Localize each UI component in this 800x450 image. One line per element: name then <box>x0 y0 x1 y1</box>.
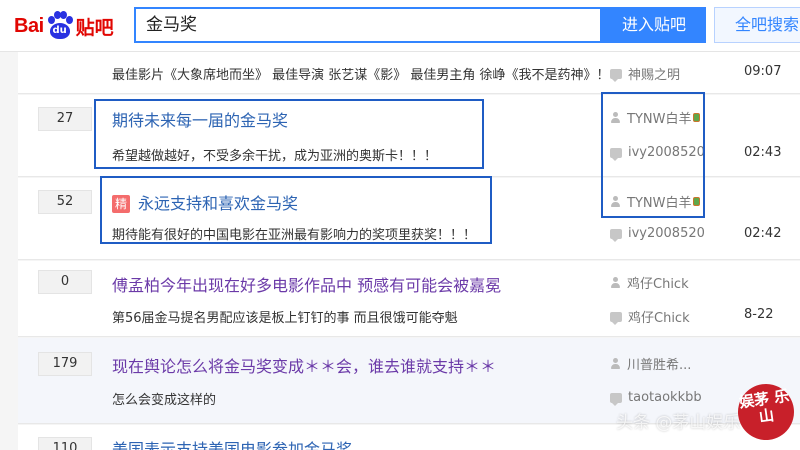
thread-row: 0 傅孟柏今年出现在好多电影作品中 预感有可能会被嘉冕 第56届金马提名男配应该… <box>18 261 800 337</box>
enter-tieba-button[interactable]: 进入贴吧 <box>602 7 706 43</box>
last-reply-user[interactable]: ivy2008520 <box>610 226 705 242</box>
thread-time: 02:42 <box>744 226 782 241</box>
highlight-box <box>100 176 492 244</box>
highlight-box <box>601 92 705 218</box>
last-reply-user[interactable]: 鸡仔Chick <box>610 307 690 326</box>
thread-summary: 第56届金马提名男配应该是板上钉钉的事 而且很饿可能夺魁 <box>112 311 458 326</box>
highlight-box <box>94 99 484 169</box>
search-input[interactable]: 金马奖 <box>134 7 602 43</box>
thread-summary: 最佳影片《大象席地而坐》 最佳导演 张艺谋《影》 最佳男主角 徐峥《我不是药神》… <box>112 68 610 83</box>
thread-title[interactable]: 现在舆论怎么将金马奖变成＊＊会，谁去谁就支持＊＊ <box>112 353 496 377</box>
reply-count-badge: 27 <box>38 107 92 131</box>
reply-bubble-icon <box>610 392 622 406</box>
thread-author[interactable]: 川普胜希... <box>610 354 691 373</box>
logo-tieba-text: 贴吧 <box>75 16 114 39</box>
thread-title[interactable]: 美国表示支持美国电影参加金马奖 <box>112 436 352 450</box>
baidu-tieba-logo[interactable]: Bai du 贴吧 <box>14 8 114 44</box>
tieba-search-page: Bai du 贴吧 金马奖 进入贴吧 全吧搜索 最佳影片《大象席地而坐》 最佳导… <box>0 0 800 450</box>
reply-count-badge: 52 <box>38 190 92 214</box>
thread-time: 8-22 <box>744 307 774 322</box>
paw-icon: du <box>45 11 75 41</box>
search-all-tieba-button[interactable]: 全吧搜索 <box>714 7 800 43</box>
header-bar: Bai du 贴吧 金马奖 进入贴吧 全吧搜索 <box>0 0 800 52</box>
reply-count-badge: 179 <box>38 352 92 376</box>
logo-bai-text: Bai <box>14 14 44 37</box>
user-icon <box>610 357 621 370</box>
reply-bubble-icon <box>610 311 622 325</box>
thread-summary: 怎么会变成这样的 <box>112 393 217 408</box>
thread-time: 02:43 <box>744 145 782 160</box>
thread-author[interactable]: 鸡仔Chick <box>610 273 689 292</box>
thread-row: 最佳影片《大象席地而坐》 最佳导演 张艺谋《影》 最佳男主角 徐峥《我不是药神》… <box>18 52 800 94</box>
thread-title[interactable]: 傅孟柏今年出现在好多电影作品中 预感有可能会被嘉冕 <box>112 272 501 296</box>
last-reply-user[interactable]: taotaokkbb <box>610 390 702 406</box>
user-icon <box>610 276 621 289</box>
watermark-text: 头条 @茅山娱乐 <box>616 413 741 433</box>
logo-du-text: du <box>52 25 67 36</box>
thread-time: 09:07 <box>744 64 782 79</box>
reply-bubble-icon <box>610 68 622 82</box>
reply-count-badge: 0 <box>38 270 92 294</box>
last-reply-user[interactable]: 神赐之明 <box>610 64 680 83</box>
reply-bubble-icon <box>610 228 622 242</box>
reply-count-badge: 110 <box>38 437 92 450</box>
